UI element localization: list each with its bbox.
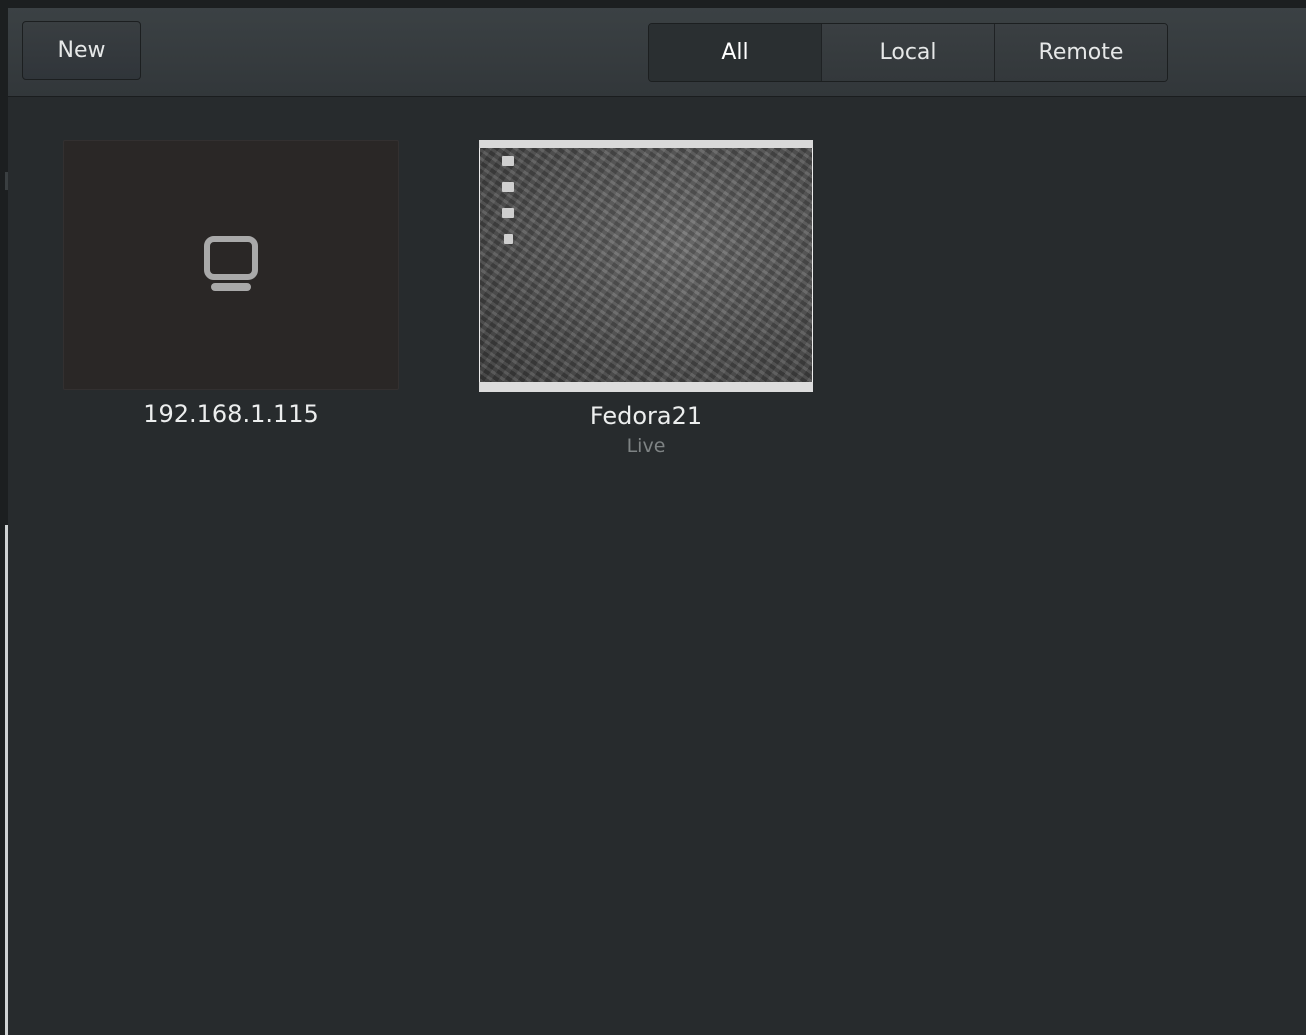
- box-thumbnail[interactable]: [63, 140, 399, 390]
- desktop-folder-icon: [502, 182, 514, 192]
- header-bar: New All Local Remote: [8, 8, 1306, 97]
- filter-remote-button[interactable]: Remote: [994, 24, 1167, 81]
- computer-icon: [204, 236, 258, 291]
- box-item-fedora[interactable]: Fedora21 Live: [478, 140, 814, 458]
- box-title: Fedora21: [589, 402, 703, 430]
- desktop-computer-icon: [502, 156, 514, 166]
- box-status: Live: [626, 435, 666, 457]
- new-button[interactable]: New: [22, 21, 141, 80]
- screenshot-thumbnail[interactable]: [479, 140, 813, 392]
- guest-top-panel: [479, 140, 813, 148]
- filter-all-button[interactable]: All: [649, 24, 821, 81]
- boxes-window: New All Local Remote 192.168.1.115 Fedor…: [8, 8, 1306, 1035]
- box-title: 192.168.1.115: [143, 400, 319, 428]
- desktop-image-icon: [502, 208, 514, 218]
- guest-bottom-panel: [479, 382, 813, 392]
- box-item-remote[interactable]: 192.168.1.115: [63, 140, 399, 428]
- guest-desktop-background: [480, 148, 812, 382]
- desktop-trash-icon: [504, 234, 513, 244]
- collection-filter: All Local Remote: [648, 23, 1168, 82]
- filter-local-button[interactable]: Local: [821, 24, 994, 81]
